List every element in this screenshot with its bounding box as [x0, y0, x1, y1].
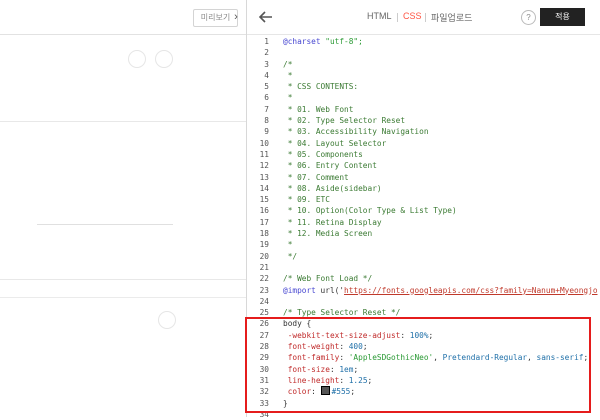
code-line[interactable]: 23 @import url('https://fonts.googleapis.…	[247, 285, 600, 296]
code-line[interactable]: 10 * 04. Layout Selector	[247, 138, 600, 149]
tab-file-upload[interactable]: 파일업로드	[431, 11, 472, 24]
code-token: /* Web Font Load */	[283, 274, 373, 284]
code-token: * 04. Layout Selector	[283, 138, 387, 148]
code-token: */	[283, 251, 298, 261]
code-line[interactable]: 2	[247, 47, 600, 58]
line-number: 19	[259, 240, 269, 250]
line-number: 5	[264, 82, 269, 92]
code-token: * 09. ETC	[283, 195, 330, 205]
code-line[interactable]: 16 * 10. Option(Color Type & List Type)	[247, 205, 600, 216]
code-token: * 12. Media Screen	[283, 229, 373, 239]
code-line[interactable]: 5 * CSS CONTENTS:	[247, 81, 600, 92]
code-line[interactable]: 14 * 08. Aside(sidebar)	[247, 183, 600, 194]
line-number: 24	[259, 296, 269, 306]
code-token: *	[283, 240, 293, 250]
line-number: 1	[264, 37, 269, 46]
code-line[interactable]: 4 *	[247, 70, 600, 81]
line-number: 22	[259, 274, 269, 284]
code-token: /* Type Selector Reset */	[283, 308, 401, 318]
preview-card	[0, 121, 246, 280]
back-arrow-icon[interactable]	[257, 8, 275, 26]
code-token: * 01. Web Font	[283, 104, 354, 114]
code-line[interactable]: 8 * 02. Type Selector Reset	[247, 115, 600, 126]
tab-html[interactable]: HTML	[367, 11, 392, 21]
line-number: 20	[259, 251, 269, 261]
code-token: * 06. Entry Content	[283, 161, 377, 171]
code-line[interactable]: 24	[247, 296, 600, 307]
code-token: * 07. Comment	[283, 172, 349, 182]
code-token: *	[283, 70, 293, 80]
line-number: 13	[259, 172, 269, 182]
code-token: /*	[283, 59, 293, 69]
line-number: 4	[264, 70, 269, 80]
line-number: 14	[259, 183, 269, 193]
code-token: * CSS CONTENTS:	[283, 82, 359, 92]
code-line[interactable]: 18 * 12. Media Screen	[247, 228, 600, 239]
line-number: 21	[259, 262, 269, 272]
collapse-panel-icon[interactable]: ›	[229, 8, 243, 26]
line-number: 17	[259, 217, 269, 227]
preview-divider	[37, 224, 173, 225]
preview-pane: 미리보기 ›	[0, 0, 246, 417]
help-icon[interactable]: ?	[521, 10, 536, 25]
code-line[interactable]: 12 * 06. Entry Content	[247, 160, 600, 171]
tab-css[interactable]: CSS	[403, 11, 422, 21]
preview-toolbar: 미리보기	[0, 0, 246, 35]
editor-toolbar: HTML CSS 파일업로드 ? 적용	[247, 0, 600, 35]
line-number: 18	[259, 229, 269, 239]
code-token: "utf-8";	[325, 37, 363, 46]
circle-placeholder	[128, 50, 146, 68]
code-token: * 03. Accessibility Navigation	[283, 127, 429, 137]
code-token: * 02. Type Selector Reset	[283, 116, 406, 126]
code-line[interactable]: 19 *	[247, 239, 600, 250]
code-line[interactable]: 21	[247, 262, 600, 273]
apply-button[interactable]: 적용	[540, 8, 585, 26]
code-token: url('	[315, 285, 345, 295]
line-number: 10	[259, 138, 269, 148]
code-line[interactable]: 20 */	[247, 251, 600, 262]
code-line[interactable]: 13 * 07. Comment	[247, 172, 600, 183]
code-line[interactable]: 9 * 03. Accessibility Navigation	[247, 126, 600, 137]
code-line[interactable]: 1 @charset "utf-8";	[247, 36, 600, 47]
code-line[interactable]: 7 * 01. Web Font	[247, 104, 600, 115]
code-token: * 11. Retina Display	[283, 217, 382, 227]
tab-separator	[397, 13, 398, 22]
code-token: https://fonts.googleapis.com/css?family=…	[344, 285, 598, 295]
preview-separator	[0, 297, 246, 298]
line-number: 8	[264, 116, 269, 126]
line-number: 2	[264, 48, 269, 58]
line-number: 11	[259, 149, 269, 159]
line-number: 23	[259, 285, 269, 295]
code-line[interactable]: 22 /* Web Font Load */	[247, 273, 600, 284]
line-number: 6	[264, 93, 269, 103]
line-number: 3	[264, 59, 269, 69]
line-number: 16	[259, 206, 269, 216]
code-line[interactable]: 3 /*	[247, 59, 600, 70]
add-icon[interactable]	[155, 50, 173, 68]
preview-canvas	[0, 35, 246, 417]
tab-separator	[425, 13, 426, 22]
code-line[interactable]: 6 *	[247, 92, 600, 103]
code-line[interactable]: 15 * 09. ETC	[247, 194, 600, 205]
code-line[interactable]: 17 * 11. Retina Display	[247, 217, 600, 228]
code-token: * 05. Components	[283, 149, 363, 159]
circle-placeholder	[158, 311, 176, 329]
code-token: * 10. Option(Color Type & List Type)	[283, 206, 457, 216]
line-number: 7	[264, 104, 269, 114]
code-token: *	[283, 93, 293, 103]
code-line[interactable]: 11 * 05. Components	[247, 149, 600, 160]
line-number: 9	[264, 127, 269, 137]
line-number: 15	[259, 195, 269, 205]
code-token: @import	[283, 285, 316, 295]
line-number: 12	[259, 161, 269, 171]
code-token: @charset	[283, 37, 326, 46]
code-token: * 08. Aside(sidebar)	[283, 183, 382, 193]
highlight-box	[245, 317, 591, 413]
